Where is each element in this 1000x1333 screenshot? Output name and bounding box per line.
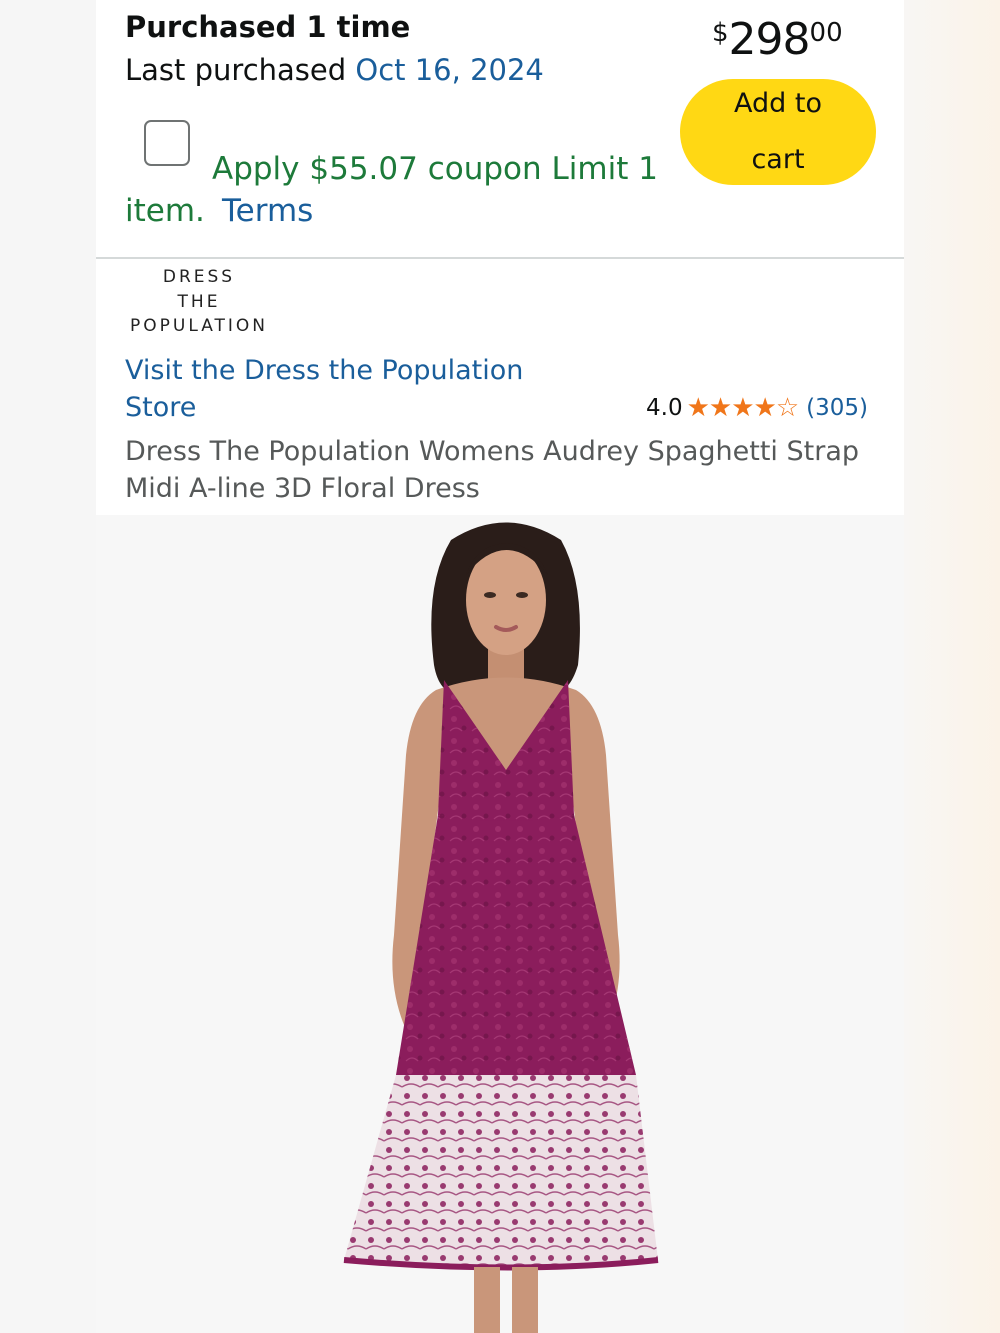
add-to-cart-label-line1: Add to	[734, 88, 822, 119]
brand-logo-line2: THE	[177, 291, 221, 312]
dress-model-illustration	[343, 522, 659, 1333]
rating-summary[interactable]: 4.0 ★★★★☆ (305)	[646, 393, 868, 423]
last-purchased-date[interactable]: Oct 16, 2024	[355, 53, 544, 87]
product-page: Purchased 1 time Last purchased Oct 16, …	[0, 0, 1000, 1333]
visit-store-link-line1: Visit the Dress the Population	[125, 355, 524, 386]
brand-logo[interactable]: DRESS THE POPULATION	[124, 265, 274, 339]
visit-store-link-line2: Store	[125, 392, 197, 423]
price-whole: 298	[728, 14, 811, 65]
price: $29800	[712, 14, 843, 65]
product-title: Dress The Population Womens Audrey Spagh…	[125, 433, 859, 507]
price-symbol: $	[712, 18, 729, 48]
last-purchased: Last purchased Oct 16, 2024	[125, 53, 544, 87]
last-purchased-label: Last purchased	[125, 53, 356, 87]
coupon-text-item: item.	[125, 193, 205, 229]
purchase-count: Purchased 1 time	[125, 10, 411, 44]
rating-value: 4.0	[646, 395, 683, 421]
brand-logo-line1: DRESS	[162, 267, 236, 287]
price-fraction: 00	[809, 18, 843, 48]
rating-count[interactable]: (305)	[806, 395, 868, 421]
coupon-text: Apply $55.07 coupon Limit 1	[212, 151, 658, 187]
add-to-cart-button[interactable]: Add to cart	[680, 79, 876, 185]
product-image[interactable]	[96, 515, 904, 1333]
add-to-cart-label-line2: cart	[751, 144, 805, 175]
coupon-checkbox[interactable]	[144, 120, 190, 166]
coupon-terms-link[interactable]: Terms	[222, 193, 313, 229]
visit-store-link[interactable]: Visit the Dress the Population Store	[125, 352, 523, 426]
product-title-line1: Dress The Population Womens Audrey Spagh…	[125, 436, 860, 467]
brand-logo-line3: POPULATION	[130, 316, 268, 336]
product-title-line2: Midi A-line 3D Floral Dress	[125, 473, 480, 504]
star-icon: ★★★★☆	[686, 393, 800, 423]
